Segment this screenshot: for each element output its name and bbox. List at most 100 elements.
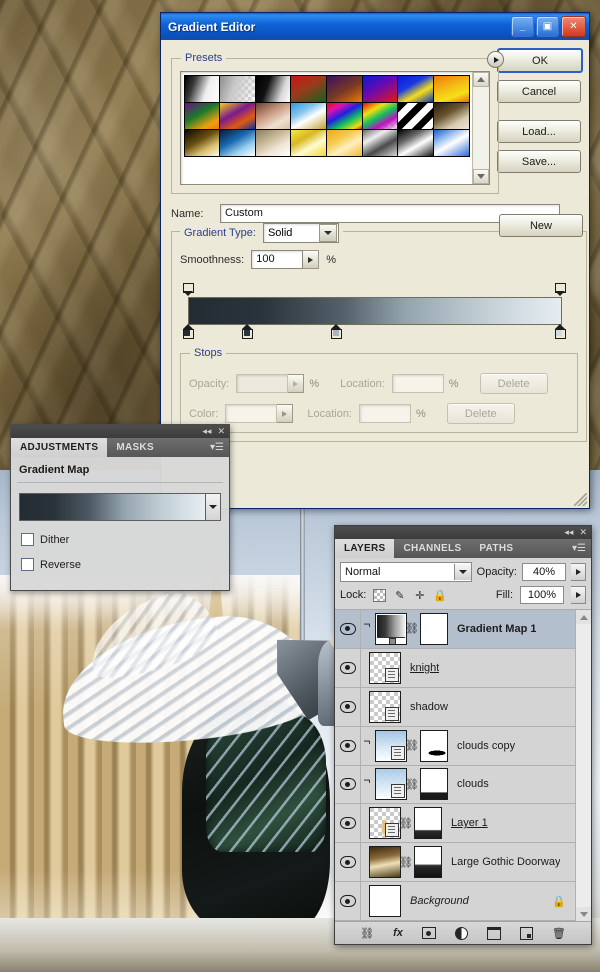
blend-mode-select[interactable]: Normal bbox=[340, 562, 472, 582]
preset-swatch[interactable] bbox=[361, 128, 399, 157]
layer-row[interactable]: ⌐ ⛓ Gradient Map 1 bbox=[335, 610, 575, 649]
gradient-map-preview[interactable] bbox=[20, 494, 205, 520]
layers-list[interactable]: ⌐ ⛓ Gradient Map 1 knight shadow ⌐ ⛓ clouds cop… bbox=[335, 610, 575, 921]
cancel-button[interactable]: Cancel bbox=[497, 80, 581, 103]
new-layer-icon[interactable] bbox=[519, 926, 533, 940]
mask-link-icon[interactable]: ⛓ bbox=[405, 622, 419, 635]
reverse-checkbox-row[interactable]: Reverse bbox=[21, 558, 229, 571]
fill-value[interactable]: 100% bbox=[520, 586, 564, 604]
preset-swatch[interactable] bbox=[183, 74, 221, 103]
adjustments-panel-topbar[interactable]: ◂◂ ✕ bbox=[11, 425, 229, 438]
layer-thumbnail[interactable] bbox=[369, 807, 401, 840]
lock-position-icon[interactable]: ✛ bbox=[413, 589, 426, 602]
presets-listbox[interactable] bbox=[180, 71, 490, 185]
layer-row[interactable]: knight bbox=[335, 648, 575, 688]
preset-swatch[interactable] bbox=[290, 128, 327, 157]
layers-panel[interactable]: ◂◂ ✕ LAYERS CHANNELS PATHS ▾☰ Normal Opa… bbox=[334, 525, 592, 945]
layer-visibility-toggle[interactable] bbox=[335, 610, 361, 648]
preset-swatch[interactable] bbox=[326, 101, 363, 130]
maximize-icon[interactable]: ▣ bbox=[536, 16, 559, 37]
eye-icon[interactable] bbox=[339, 817, 356, 830]
opacity-stop-handle[interactable] bbox=[554, 283, 566, 296]
smoothness-stepper[interactable] bbox=[303, 250, 320, 269]
layer-row[interactable]: Background 🔒 bbox=[335, 882, 575, 921]
preset-swatch[interactable] bbox=[219, 128, 256, 157]
layer-name[interactable]: clouds copy bbox=[457, 740, 515, 752]
gradient-map-preview-control[interactable] bbox=[19, 493, 221, 521]
preset-swatch[interactable] bbox=[290, 74, 327, 103]
fill-stepper[interactable] bbox=[571, 586, 586, 604]
tab-adjustments[interactable]: ADJUSTMENTS bbox=[11, 438, 108, 457]
tab-paths[interactable]: PATHS bbox=[470, 539, 522, 558]
layer-row[interactable]: shadow bbox=[335, 687, 575, 727]
preset-swatch[interactable] bbox=[254, 101, 292, 130]
scroll-up-icon[interactable] bbox=[576, 610, 591, 624]
scroll-down-icon[interactable] bbox=[473, 169, 489, 184]
color-stop-handle[interactable] bbox=[242, 324, 254, 339]
mask-link-icon[interactable]: ⛓ bbox=[399, 817, 413, 830]
close-icon[interactable]: ✕ bbox=[561, 16, 586, 37]
preset-swatch[interactable] bbox=[397, 101, 434, 130]
preset-swatch[interactable] bbox=[397, 128, 434, 157]
gradient-dropdown-icon[interactable] bbox=[205, 494, 220, 520]
gradient-strip-zone[interactable] bbox=[180, 283, 578, 349]
close-icon[interactable]: ✕ bbox=[579, 528, 587, 537]
scroll-up-icon[interactable] bbox=[473, 72, 489, 87]
reverse-checkbox[interactable] bbox=[21, 558, 34, 571]
layer-row[interactable]: ⌐ ⛓ clouds copy bbox=[335, 726, 575, 766]
gradient-preview-bar[interactable] bbox=[188, 297, 562, 325]
preset-swatch[interactable] bbox=[290, 101, 327, 130]
layer-name[interactable]: Layer 1 bbox=[451, 817, 488, 829]
layer-name[interactable]: knight bbox=[410, 662, 439, 674]
eye-icon[interactable] bbox=[339, 895, 356, 908]
tab-channels[interactable]: CHANNELS bbox=[394, 539, 470, 558]
mask-link-icon[interactable]: ⛓ bbox=[405, 739, 419, 752]
collapse-icon[interactable]: ◂◂ bbox=[202, 427, 211, 436]
preset-menu-arrow-icon[interactable] bbox=[487, 51, 504, 68]
layer-name[interactable]: Background bbox=[410, 895, 469, 907]
new-group-icon[interactable] bbox=[486, 926, 501, 940]
minimize-icon[interactable]: _ bbox=[511, 16, 534, 37]
presets-scrollbar[interactable] bbox=[472, 72, 489, 184]
layer-thumbnail[interactable] bbox=[375, 612, 407, 645]
layer-visibility-toggle[interactable] bbox=[335, 804, 361, 843]
preset-swatch[interactable] bbox=[326, 74, 363, 103]
load-button[interactable]: Load... bbox=[497, 120, 581, 143]
chevron-down-icon[interactable] bbox=[318, 224, 337, 242]
dither-checkbox-row[interactable]: Dither bbox=[21, 533, 229, 546]
layer-thumbnail[interactable] bbox=[375, 729, 407, 762]
layer-visibility-toggle[interactable] bbox=[335, 648, 361, 687]
preset-swatch[interactable] bbox=[397, 74, 434, 103]
presets-grid[interactable] bbox=[181, 72, 472, 184]
eye-icon[interactable] bbox=[339, 661, 356, 674]
save-button[interactable]: Save... bbox=[497, 150, 581, 173]
dither-checkbox[interactable] bbox=[21, 533, 34, 546]
layers-scrollbar[interactable] bbox=[575, 610, 591, 921]
layer-name[interactable]: clouds bbox=[457, 778, 489, 790]
lock-transparency-icon[interactable] bbox=[373, 588, 387, 602]
preset-swatch[interactable] bbox=[183, 128, 221, 157]
lock-all-icon[interactable]: 🔒 bbox=[433, 589, 447, 602]
panel-menu-icon[interactable]: ▾☰ bbox=[210, 438, 229, 457]
close-icon[interactable]: ✕ bbox=[217, 427, 225, 436]
new-preset-button[interactable]: New bbox=[499, 214, 583, 237]
link-layers-icon[interactable]: ⛓ bbox=[360, 927, 374, 940]
layer-name[interactable]: Gradient Map 1 bbox=[457, 623, 536, 635]
preset-swatch[interactable] bbox=[326, 128, 363, 157]
preset-swatch[interactable] bbox=[183, 101, 221, 130]
lock-image-icon[interactable]: ✎ bbox=[393, 589, 406, 602]
preset-swatch[interactable] bbox=[361, 74, 399, 103]
opacity-stepper[interactable] bbox=[571, 563, 586, 581]
adjustments-panel-tabs[interactable]: ADJUSTMENTS MASKS ▾☰ bbox=[11, 438, 229, 457]
gradient-type-select[interactable]: Solid bbox=[262, 223, 339, 243]
chevron-down-icon[interactable] bbox=[453, 564, 471, 580]
layer-visibility-toggle[interactable] bbox=[335, 726, 361, 765]
eye-icon[interactable] bbox=[339, 700, 356, 713]
layer-thumbnail[interactable] bbox=[369, 690, 401, 723]
opacity-value[interactable]: 40% bbox=[522, 563, 566, 581]
delete-layer-icon[interactable]: 🗑 bbox=[552, 927, 566, 940]
layer-thumbnail[interactable] bbox=[369, 846, 401, 879]
layer-mask-thumbnail[interactable] bbox=[420, 612, 448, 645]
layer-row[interactable]: ⛓ Large Gothic Doorway bbox=[335, 843, 575, 883]
preset-swatch[interactable] bbox=[219, 74, 256, 103]
